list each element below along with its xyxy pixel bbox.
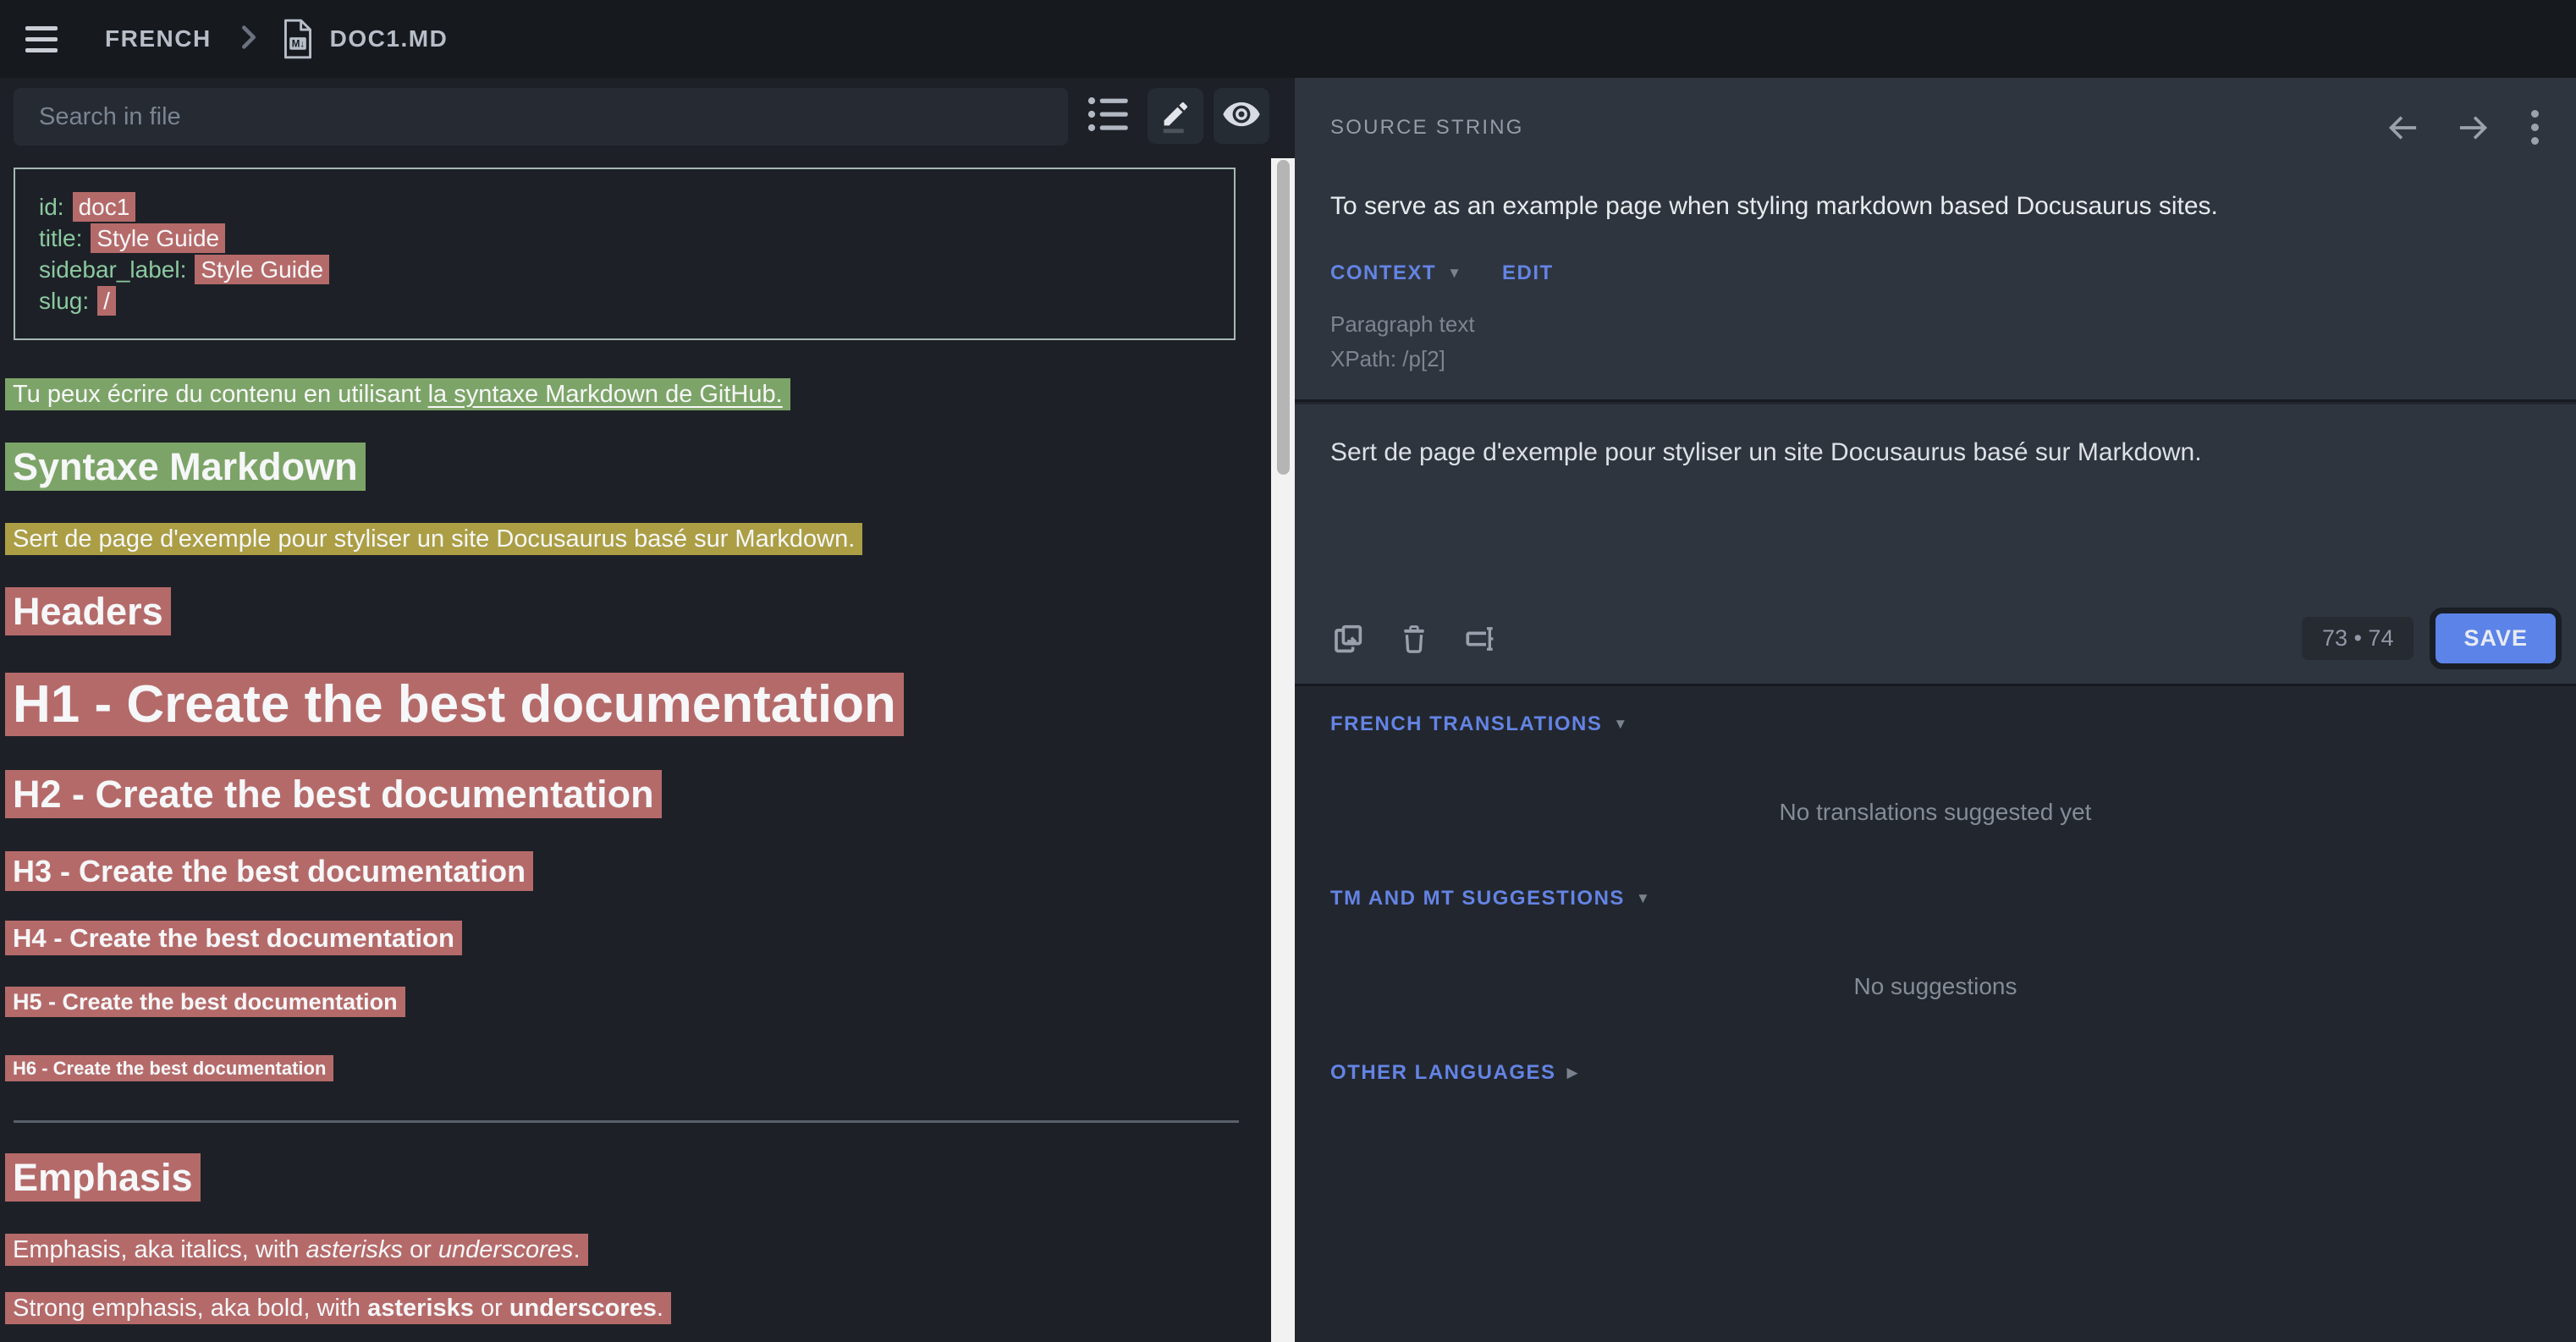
svg-text:M↓: M↓ [291, 39, 305, 50]
source-string[interactable]: H3 - Create the best documentation [5, 851, 533, 891]
source-string[interactable]: H4 - Create the best documentation [5, 921, 462, 955]
other-languages-toggle[interactable]: OTHER LANGUAGES ▶ [1330, 1061, 2576, 1085]
frontmatter-key: title: [39, 225, 82, 251]
heading-h6: H6 - Create the best documentation [5, 1056, 1258, 1081]
heading-h2: Headers [5, 587, 1258, 636]
source-string[interactable]: Emphasis [5, 1153, 201, 1202]
kebab-menu-icon[interactable] [2528, 107, 2542, 148]
paragraph: Strong emphasis, aka bold, with asterisk… [5, 1291, 1258, 1326]
save-button[interactable]: SAVE [2436, 613, 2556, 663]
breadcrumb-project[interactable]: FRENCH [105, 25, 212, 52]
frontmatter-key: sidebar_label: [39, 256, 186, 283]
frontmatter-row: title: Style Guide [39, 223, 1217, 254]
suggestions-section: FRENCH TRANSLATIONS ▼ No translations su… [1295, 689, 2576, 1342]
source-string-selected[interactable]: Sert de page d'exemple pour styliser un … [5, 523, 862, 555]
markdown-file-icon: M↓ [281, 17, 315, 61]
text-cursor-icon[interactable] [1462, 620, 1498, 657]
translation-input[interactable]: Sert de page d'exemple pour styliser un … [1295, 404, 2576, 467]
heading-h2: H2 - Create the best documentation [5, 770, 1258, 819]
link-text: la syntaxe Markdown de GitHub. [428, 381, 783, 408]
previous-string-icon[interactable] [2386, 112, 2419, 144]
dropdown-triangle-icon: ▼ [1447, 265, 1461, 282]
heading-h1: H1 - Create the best documentation [5, 672, 1258, 738]
source-string[interactable]: / [97, 286, 116, 316]
heading-h5: H5 - Create the best documentation [5, 987, 1258, 1017]
source-string[interactable]: Style Guide [195, 255, 329, 284]
breadcrumb-chevron-icon [240, 24, 257, 55]
source-string[interactable]: Emphasis, aka italics, with asterisks or… [5, 1234, 588, 1266]
horizontal-rule [14, 1120, 1239, 1123]
source-string-label: SOURCE STRING [1330, 116, 2386, 140]
translation-section: Sert de page d'exemple pour styliser un … [1295, 404, 2576, 686]
paragraph: Tu peux écrire du contenu en utilisant l… [5, 377, 1258, 412]
scrollbar[interactable] [1271, 158, 1295, 1342]
heading-h3: H3 - Create the best documentation [5, 851, 1258, 892]
heading-h2: Emphasis [5, 1153, 1258, 1202]
french-translations-toggle[interactable]: FRENCH TRANSLATIONS ▼ [1330, 712, 2576, 736]
topbar: FRENCH M↓ DOC1.MD [0, 0, 2576, 78]
scrollbar-thumb[interactable] [1277, 160, 1290, 475]
paragraph: Emphasis, aka italics, with asterisks or… [5, 1233, 1258, 1268]
editor-panel: id: doc1 title: Style Guide sidebar_label:… [0, 78, 1271, 1342]
no-translations-message: No translations suggested yet [1295, 799, 2576, 826]
edit-context-button[interactable]: EDIT [1502, 261, 1554, 285]
source-string[interactable]: Strong emphasis, aka bold, with asterisk… [5, 1292, 671, 1324]
source-string[interactable]: H2 - Create the best documentation [5, 770, 662, 818]
translation-panel: SOURCE STRING To serve as an example pag… [1295, 78, 2576, 1342]
source-string-translated[interactable]: Tu peux écrire du contenu en utilisant l… [5, 378, 790, 410]
source-string[interactable]: H1 - Create the best documentation [5, 673, 904, 736]
strings-list-icon [1085, 93, 1132, 140]
source-string-translated[interactable]: Syntaxe Markdown [5, 443, 366, 491]
heading-h2: Syntaxe Markdown [5, 443, 1258, 492]
edit-mode-icon [1156, 95, 1195, 138]
frontmatter-box: id: doc1 title: Style Guide sidebar_label:… [14, 168, 1236, 340]
source-string[interactable]: H5 - Create the best documentation [5, 987, 405, 1017]
context-xpath: XPath: /p[2] [1330, 342, 2542, 377]
paragraph: Sert de page d'exemple pour styliser un … [5, 522, 1258, 557]
copy-source-icon[interactable] [1330, 620, 1366, 657]
dropdown-triangle-icon: ▼ [1613, 716, 1627, 733]
source-string-section: SOURCE STRING To serve as an example pag… [1295, 78, 2576, 402]
frontmatter-row: id: doc1 [39, 191, 1217, 223]
hamburger-menu-icon[interactable] [25, 26, 58, 52]
frontmatter-key: id: [39, 194, 64, 220]
breadcrumb-file[interactable]: DOC1.MD [330, 25, 449, 52]
frontmatter-row: slug: / [39, 285, 1217, 316]
tm-mt-suggestions-toggle[interactable]: TM AND MT SUGGESTIONS ▼ [1330, 887, 2576, 910]
source-string[interactable]: Style Guide [91, 223, 225, 253]
source-string[interactable]: doc1 [73, 192, 136, 222]
edit-mode-button[interactable] [1148, 88, 1203, 144]
preview-mode-icon [1220, 93, 1263, 140]
no-suggestions-message: No suggestions [1295, 973, 2576, 1000]
context-description: Paragraph text [1330, 307, 2542, 342]
document-preview: id: doc1 title: Style Guide sidebar_label:… [5, 168, 1258, 1326]
strings-list-button[interactable] [1081, 88, 1137, 144]
source-string[interactable]: Headers [5, 587, 171, 635]
frontmatter-key: slug: [39, 288, 89, 314]
heading-h4: H4 - Create the best documentation [5, 921, 1258, 956]
source-string[interactable]: H6 - Create the best documentation [5, 1055, 333, 1081]
search-input[interactable] [14, 88, 1068, 146]
delete-translation-icon[interactable] [1398, 620, 1430, 657]
context-toggle[interactable]: CONTEXT [1330, 261, 1436, 285]
source-text: To serve as an example page when styling… [1330, 192, 2542, 221]
preview-mode-button[interactable] [1214, 88, 1269, 144]
next-string-icon[interactable] [2457, 112, 2491, 144]
character-counter: 73 • 74 [2302, 617, 2414, 660]
frontmatter-row: sidebar_label: Style Guide [39, 254, 1217, 285]
dropdown-triangle-icon: ▼ [1636, 890, 1650, 907]
collapsed-triangle-icon: ▶ [1567, 1064, 1578, 1081]
